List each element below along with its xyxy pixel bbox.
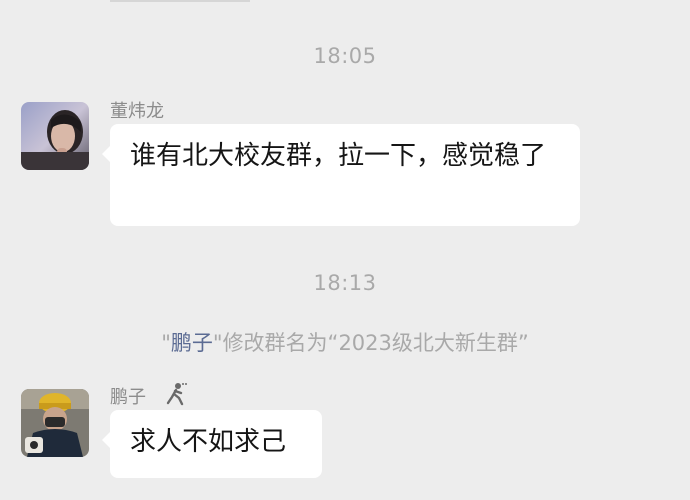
avatar[interactable] [21,102,89,170]
sender-name: 鹏子 [110,387,146,408]
avatar[interactable] [21,389,89,457]
walking-figure-icon [162,381,188,407]
previous-message-fragment [110,0,250,2]
message-bubble[interactable]: 求人不如求己 [102,410,322,478]
quote-mark: " [161,331,171,355]
system-notice: "鹏子"修改群名为“2023级北大新生群” [0,327,690,357]
notice-text: 修改群名为“2023级北大新生群” [222,331,529,355]
message-bubble[interactable]: 谁有北大校友群，拉一下，感觉稳了 [102,124,580,226]
timestamp: 18:13 [313,271,377,295]
quote-mark: " [212,331,223,355]
member-name-link[interactable]: 鹏子 [171,331,213,355]
chat-message-list[interactable]: 18:05 董炜龙 谁有北大校友群，拉一下，感觉稳了 18:13 "鹏子"修改群… [0,0,690,500]
sender-name: 董炜龙 [110,101,164,122]
timestamp: 18:05 [313,44,377,68]
